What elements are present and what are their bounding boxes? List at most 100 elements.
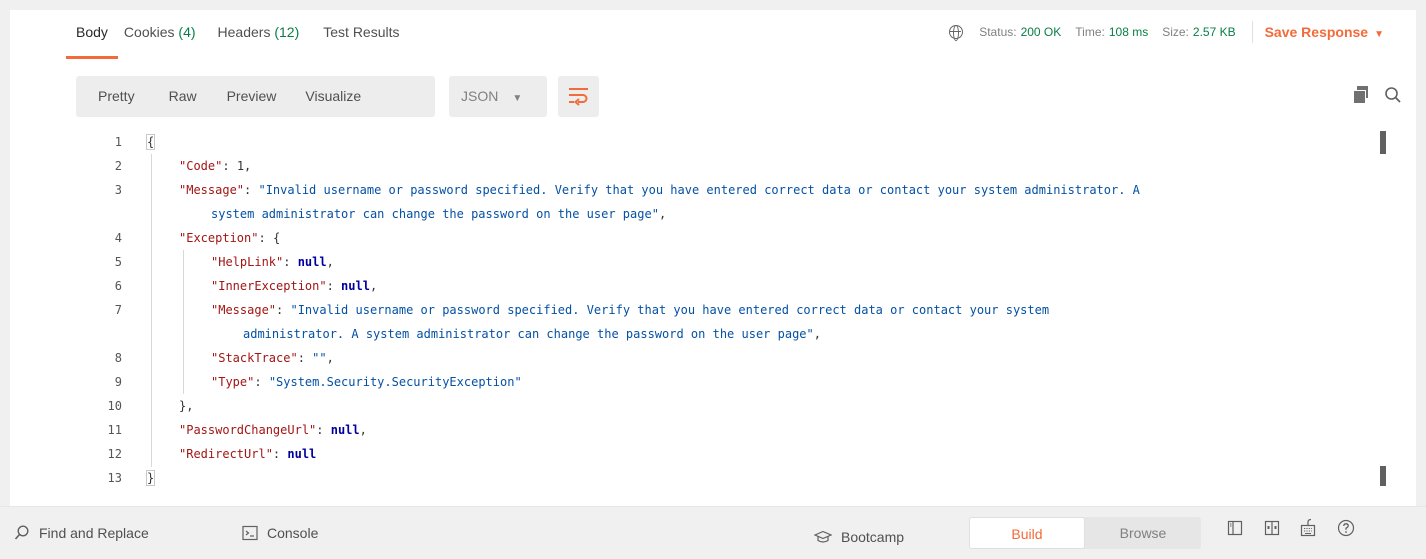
vertical-scrollbar-end[interactable]: [1380, 466, 1386, 486]
code-text: {: [145, 130, 156, 154]
help-icon[interactable]: [1337, 519, 1355, 537]
json-key: "StackTrace": [211, 351, 298, 365]
search-icon: [14, 525, 29, 540]
code-line: 1{: [76, 130, 1376, 154]
copy-icon[interactable]: [1353, 86, 1369, 104]
line-number: 12: [107, 447, 122, 461]
time-value[interactable]: 108 ms: [1109, 25, 1148, 39]
view-mode-preview[interactable]: Preview: [227, 76, 277, 117]
line-number: 2: [114, 159, 122, 173]
json-colon: :: [222, 159, 237, 173]
tab-headers-count: (12): [274, 24, 300, 40]
format-select[interactable]: JSON ▼: [449, 76, 547, 117]
console-button[interactable]: Console: [242, 513, 318, 553]
code-text: "InnerException": null,: [211, 274, 377, 298]
code-line: 2 "Code": 1,: [76, 154, 1376, 178]
tab-cookies[interactable]: Cookies (4): [124, 22, 196, 62]
json-key: "RedirectUrl": [179, 447, 273, 461]
code-text: },: [179, 394, 193, 418]
json-comma: ,: [359, 423, 367, 437]
json-colon: :: [276, 303, 291, 317]
line-number: 9: [114, 375, 122, 389]
json-comma: ,: [813, 327, 821, 341]
json-value: null: [341, 279, 370, 293]
json-value: "System.Security.SecurityException": [268, 375, 522, 389]
json-comma: ,: [326, 255, 334, 269]
find-replace-button[interactable]: Find and Replace: [14, 513, 149, 553]
size-value[interactable]: 2.57 KB: [1193, 25, 1236, 39]
line-number: 7: [114, 303, 122, 317]
bootcamp-icon: [814, 530, 832, 543]
tab-body[interactable]: Body: [66, 22, 118, 62]
code-text: "Message": "Invalid username or password…: [179, 178, 1140, 202]
bootcamp-label: Bootcamp: [841, 529, 905, 545]
code-text: "StackTrace": "",: [211, 346, 334, 370]
tab-test-results[interactable]: Test Results: [323, 22, 399, 62]
status-value[interactable]: 200 OK: [1021, 25, 1062, 39]
build-button[interactable]: Build: [969, 517, 1085, 549]
vertical-scrollbar[interactable]: [1380, 131, 1386, 154]
code-text: "Code": 1,: [179, 154, 251, 178]
line-number: 10: [107, 399, 122, 413]
json-brace: {: [145, 134, 156, 150]
line-number: 5: [114, 255, 122, 269]
tab-body-label: Body: [76, 24, 108, 40]
code-line: 4 "Exception": {: [76, 226, 1376, 250]
view-mode-selector: Pretty Raw Preview Visualize: [76, 76, 435, 117]
code-line: 9 "Type": "System.Security.SecurityExcept…: [76, 370, 1376, 394]
view-mode-pretty[interactable]: Pretty: [98, 76, 135, 117]
code-text: "Type": "System.Security.SecurityExcepti…: [211, 370, 522, 394]
indent-guide: [151, 154, 152, 467]
json-key: "Code": [179, 159, 223, 173]
line-number: 4: [114, 231, 122, 245]
tab-headers[interactable]: Headers (12): [218, 22, 300, 62]
json-comma: ,: [658, 207, 667, 221]
browse-button[interactable]: Browse: [1085, 517, 1201, 549]
two-pane-icon[interactable]: [1227, 520, 1243, 536]
time-label: Time:: [1075, 25, 1105, 39]
code-text: }: [145, 466, 156, 490]
app-frame: Body Cookies (4) Headers (12) Test Resul…: [0, 0, 1426, 559]
json-colon: :: [316, 423, 331, 437]
json-comma: ,: [244, 159, 252, 173]
line-number: 3: [114, 183, 122, 197]
three-pane-icon[interactable]: [1264, 520, 1280, 536]
json-value: 1: [236, 159, 245, 173]
json-colon: :: [272, 447, 288, 461]
tab-headers-label: Headers: [217, 24, 271, 40]
chevron-down-icon: ▼: [1374, 29, 1384, 40]
code-line: 10},: [76, 394, 1376, 418]
bootcamp-button[interactable]: Bootcamp: [814, 517, 904, 557]
json-value: {: [272, 231, 281, 245]
code-text: "HelpLink": null,: [211, 250, 334, 274]
json-colon: :: [326, 279, 342, 293]
indent-guide: [183, 250, 184, 394]
json-response-editor[interactable]: 1{2 "Code": 1, 3 "Message": "Invalid userna…: [76, 130, 1376, 490]
globe-icon[interactable]: [949, 24, 964, 41]
json-value: null: [330, 423, 360, 437]
json-brace: },: [179, 399, 194, 413]
json-colon: :: [283, 255, 298, 269]
save-response-button[interactable]: Save Response ▼: [1265, 24, 1384, 40]
tab-cookies-label: Cookies: [123, 24, 175, 40]
search-icon[interactable]: [1384, 86, 1402, 104]
view-mode-raw[interactable]: Raw: [169, 76, 197, 117]
json-value: administrator. A system administrator ca…: [243, 327, 814, 341]
bottom-status-bar: Find and Replace Console Bootcamp Build …: [0, 506, 1426, 559]
response-status-bar: Status: 200 OK Time: 108 ms Size: 2.57 K…: [949, 21, 1384, 43]
code-text-wrapped: administrator. A system administrator ca…: [243, 322, 821, 346]
build-browse-toggle: Build Browse: [969, 517, 1201, 549]
code-line: 3 "Message": "Invalid username or passwor…: [76, 178, 1376, 226]
line-number: 6: [114, 279, 122, 293]
view-mode-visualize[interactable]: Visualize: [305, 76, 361, 117]
json-colon: :: [297, 351, 313, 365]
code-line: 13}: [76, 466, 1376, 490]
keyboard-icon[interactable]: [1300, 518, 1316, 537]
code-text: "PasswordChangeUrl": null,: [179, 418, 367, 442]
line-number: 1: [114, 135, 122, 149]
json-colon: :: [244, 183, 259, 197]
chevron-down-icon: ▼: [512, 93, 523, 104]
code-line: 11 "PasswordChangeUrl": null,: [76, 418, 1376, 442]
wrap-lines-button[interactable]: [558, 76, 599, 117]
line-number: 8: [114, 351, 122, 365]
